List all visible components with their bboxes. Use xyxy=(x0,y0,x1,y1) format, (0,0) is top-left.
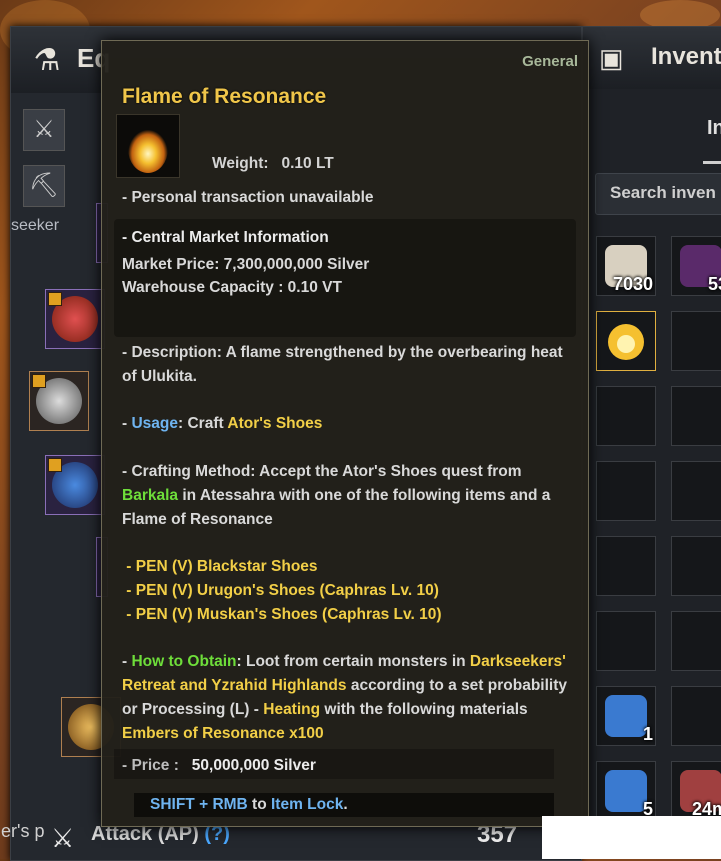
price-label: - Price : xyxy=(122,757,179,774)
transaction-note: - Personal transaction unavailable xyxy=(122,189,374,206)
description-line: of Ulukita. xyxy=(122,368,197,385)
item-count: 53 xyxy=(707,274,721,294)
lock-action[interactable]: Item Lock xyxy=(271,796,343,813)
inventory-slot[interactable] xyxy=(671,461,721,521)
obtain-method: Heating xyxy=(263,701,321,718)
tab-underline xyxy=(703,161,721,164)
flame-icon xyxy=(608,324,644,360)
equipment-icon: ⚗ xyxy=(33,44,61,77)
item-count: 1 xyxy=(642,724,653,744)
price-value: 50,000,000 Silver xyxy=(191,757,316,774)
item-icon xyxy=(116,114,180,178)
item-lock-line: SHIFT + RMB to Item Lock. xyxy=(150,796,348,814)
inventory-slot[interactable]: 24m xyxy=(671,761,721,821)
description-line: - Description: A flame strengthened by t… xyxy=(122,344,563,361)
item-count: 7030 xyxy=(612,274,653,294)
obtain-label: How to Obtain xyxy=(131,653,237,670)
inventory-slot[interactable] xyxy=(671,686,721,746)
item-category: General xyxy=(522,53,578,70)
obtain-text: with the following materials xyxy=(320,701,528,718)
sword-icon: ⚔ xyxy=(51,823,75,853)
blank-area xyxy=(542,816,721,859)
obtain-text: according to a set probability xyxy=(346,677,567,694)
crafting-line: Flame of Resonance xyxy=(122,511,273,528)
lock-key: SHIFT + RMB xyxy=(150,796,248,813)
obtain-material: Embers of Resonance x100 xyxy=(122,725,324,742)
crafting-line: Barkala in Atessahra with one of the fol… xyxy=(122,487,550,505)
obtain-line: - How to Obtain: Loot from certain monst… xyxy=(122,653,566,671)
inventory-slot[interactable]: 5 xyxy=(596,761,656,821)
lock-mid: to xyxy=(247,796,271,813)
obtain-text: : Loot from certain monsters in xyxy=(236,653,470,670)
inventory-slot[interactable] xyxy=(596,311,656,371)
item-icon xyxy=(605,695,647,737)
search-placeholder: Search inven xyxy=(610,183,716,202)
usage-line: - Usage: Craft Ator's Shoes xyxy=(122,415,322,433)
inventory-slot[interactable] xyxy=(596,611,656,671)
inventory-slot[interactable] xyxy=(596,386,656,446)
warehouse-capacity: Warehouse Capacity : 0.10 VT xyxy=(122,279,342,296)
inventory-slot[interactable] xyxy=(596,461,656,521)
crafting-text: in Atessahra with one of the following i… xyxy=(178,487,551,504)
item-name: Flame of Resonance xyxy=(122,85,327,108)
inventory-title: Invent xyxy=(651,43,721,70)
inventory-slot[interactable] xyxy=(671,536,721,596)
obtain-location: Retreat and Yzrahid Highlands xyxy=(122,677,347,694)
inventory-slot[interactable]: 1 xyxy=(596,686,656,746)
price-line: - Price : 50,000,000 Silver xyxy=(122,757,316,775)
obtain-location: Darkseekers' xyxy=(469,653,566,670)
crafting-line: - Crafting Method: Accept the Ator's Sho… xyxy=(122,463,522,480)
usage-item: Ator's Shoes xyxy=(227,415,323,432)
inventory-slot[interactable]: 7030 xyxy=(596,236,656,296)
usage-mid: : Craft xyxy=(178,415,228,432)
item-weight: Weight: 0.10 LT xyxy=(212,155,334,173)
character-title-text: seeker xyxy=(11,217,60,234)
flame-icon xyxy=(128,125,168,173)
swords-icon[interactable]: ⚔ xyxy=(23,109,65,151)
pickaxe-icon[interactable]: ⛏ xyxy=(23,165,65,207)
inventory-slot[interactable] xyxy=(671,386,721,446)
inventory-slot[interactable] xyxy=(671,311,721,371)
option-item: - PEN (V) Urugon's Shoes (Caphras Lv. 10… xyxy=(122,582,439,599)
lock-end: . xyxy=(343,796,348,813)
option-item: - PEN (V) Muskan's Shoes (Caphras Lv. 10… xyxy=(122,606,442,623)
equipment-slot-gloves[interactable] xyxy=(45,455,105,515)
inventory-slot[interactable] xyxy=(596,536,656,596)
market-price: Market Price: 7,300,000,000 Silver xyxy=(122,256,370,273)
equipment-slot-weapon[interactable] xyxy=(45,289,105,349)
panel-footer-text: er's p xyxy=(1,821,45,841)
market-header: - Central Market Information xyxy=(122,229,329,246)
obtain-line: or Processing (L) - Heating with the fol… xyxy=(122,701,528,719)
inventory-tab[interactable]: In xyxy=(707,117,721,140)
inventory-panel: ▣ Invent In Search inven 7030 53 1 5 24m xyxy=(582,26,721,821)
usage-label: Usage xyxy=(131,415,178,432)
npc-name: Barkala xyxy=(122,487,179,504)
inventory-header: ▣ Invent xyxy=(583,27,721,89)
weight-value: 0.10 LT xyxy=(281,155,334,172)
option-item: - PEN (V) Blackstar Shoes xyxy=(122,558,318,575)
obtain-line: Retreat and Yzrahid Highlands according … xyxy=(122,677,567,695)
equipment-slot-armor[interactable] xyxy=(29,371,89,431)
inventory-slot[interactable]: 53 xyxy=(671,236,721,296)
weight-label: Weight: xyxy=(212,155,269,172)
inventory-bag-icon: ▣ xyxy=(599,43,624,73)
item-tooltip: General Flame of Resonance Weight: 0.10 … xyxy=(101,40,589,827)
obtain-text: or Processing (L) - xyxy=(122,701,264,718)
inventory-slot[interactable] xyxy=(671,611,721,671)
item-icon xyxy=(605,770,647,812)
search-input[interactable]: Search inven xyxy=(595,173,721,215)
